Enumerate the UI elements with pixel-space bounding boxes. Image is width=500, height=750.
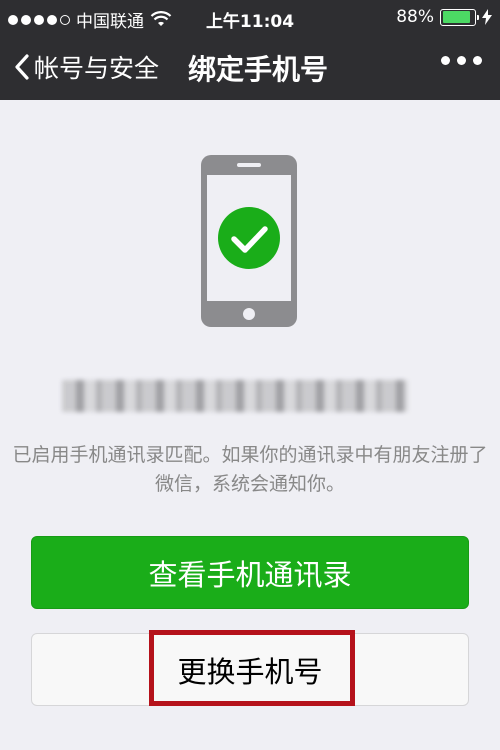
description-text: 已启用手机通讯录匹配。如果你的通讯录中有朋友注册了微信，系统会通知你。: [12, 444, 488, 495]
navigation-bar: 帐号与安全 绑定手机号: [0, 34, 500, 100]
back-label: 帐号与安全: [34, 54, 160, 83]
masked-phone-number: [62, 380, 408, 412]
battery-icon: [440, 8, 479, 26]
status-bar: 中国联通 上午11:04 88%: [0, 0, 500, 34]
battery-percent: 88%: [396, 7, 434, 27]
back-button[interactable]: 帐号与安全: [14, 49, 159, 85]
more-dots-icon[interactable]: [441, 56, 482, 65]
view-contacts-button[interactable]: 查看手机通讯录: [31, 536, 469, 609]
change-phone-number-button[interactable]: 更换手机号: [31, 633, 469, 706]
phone-check-icon: [201, 155, 297, 327]
page-title: 绑定手机号: [188, 53, 329, 86]
charging-bolt-icon: [482, 9, 492, 25]
chevron-left-icon: [15, 54, 29, 80]
status-right: 88%: [396, 7, 492, 27]
